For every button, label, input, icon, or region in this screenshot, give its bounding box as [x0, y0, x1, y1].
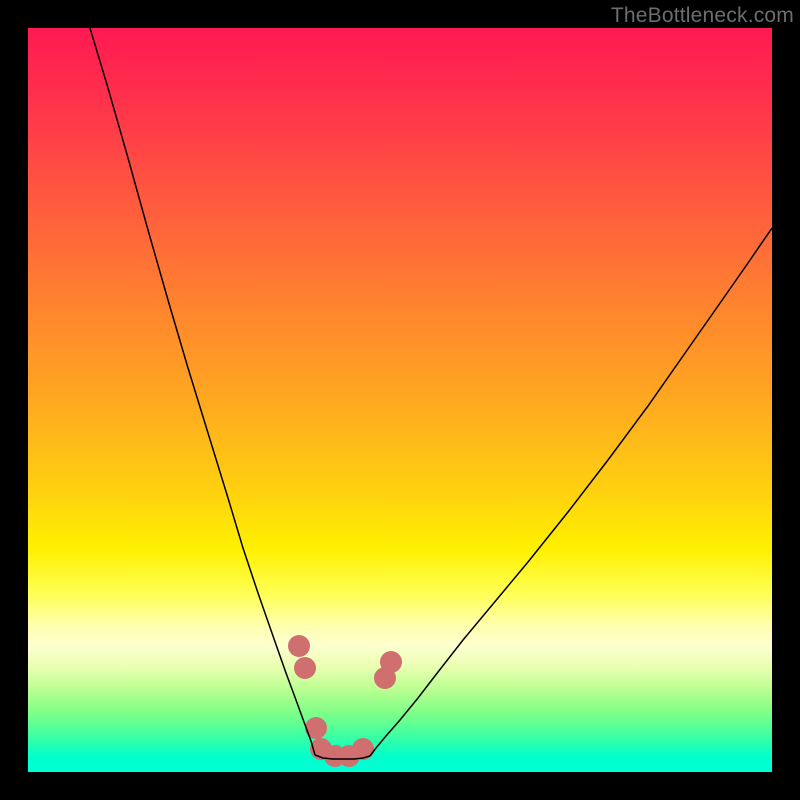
valley-dot — [352, 738, 374, 760]
left-curve — [90, 28, 315, 755]
curve-layer — [28, 28, 772, 772]
chart-frame: TheBottleneck.com — [0, 0, 800, 800]
plot-area — [28, 28, 772, 772]
valley-dot — [380, 651, 402, 673]
valley-dot — [288, 635, 310, 657]
valley-dot — [294, 657, 316, 679]
valley-markers — [288, 635, 402, 767]
right-curve — [370, 228, 772, 756]
watermark-text: TheBottleneck.com — [611, 4, 794, 28]
